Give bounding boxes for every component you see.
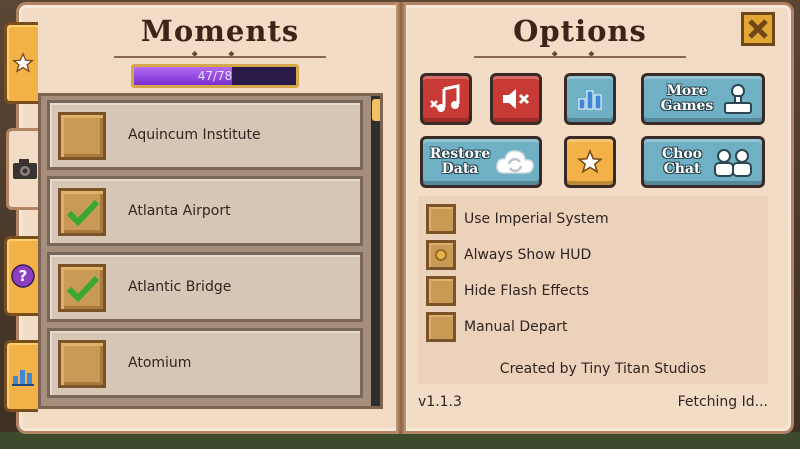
more-games-button[interactable]: More Games bbox=[641, 73, 765, 125]
moment-label: Atlantic Bridge bbox=[128, 279, 232, 295]
ground-strip bbox=[0, 432, 800, 449]
setting-checkbox bbox=[426, 204, 456, 234]
list-item[interactable]: Aquincum Institute bbox=[47, 100, 363, 170]
bar-chart-icon bbox=[11, 370, 34, 386]
tab-help[interactable]: ? bbox=[4, 236, 38, 316]
tab-moments[interactable] bbox=[6, 128, 40, 210]
moments-title: Moments bbox=[140, 14, 300, 48]
setting-checkbox bbox=[426, 240, 456, 270]
moment-label: Atomium bbox=[128, 355, 192, 371]
question-icon: ? bbox=[10, 264, 35, 288]
moment-checkbox bbox=[58, 264, 106, 312]
close-button[interactable] bbox=[741, 12, 775, 46]
moments-title-ornament bbox=[114, 56, 326, 58]
setting-label: Use Imperial System bbox=[464, 211, 609, 227]
bar-chart-icon bbox=[578, 90, 602, 110]
star-icon bbox=[11, 52, 34, 73]
selected-dot-icon bbox=[435, 249, 447, 261]
tab-favorites[interactable] bbox=[4, 22, 38, 104]
moment-checkbox bbox=[58, 340, 106, 388]
list-item[interactable]: Atlantic Bridge bbox=[47, 252, 363, 322]
list-item[interactable]: Atlanta Airport bbox=[47, 176, 363, 246]
setting-manual-depart[interactable]: Manual Depart bbox=[426, 312, 567, 342]
setting-hide-flash-effects[interactable]: Hide Flash Effects bbox=[426, 276, 589, 306]
users-icon bbox=[714, 149, 752, 177]
settings-panel: Use Imperial System Always Show HUD Hide… bbox=[418, 196, 768, 384]
progress-text: 47/78 bbox=[197, 69, 233, 83]
tab-stats[interactable] bbox=[4, 340, 38, 412]
svg-text:?: ? bbox=[18, 267, 27, 285]
more-games-label: More Games bbox=[660, 83, 714, 114]
music-muted-icon bbox=[430, 84, 460, 112]
credits-text: Created by Tiny Titan Studios bbox=[499, 361, 707, 377]
options-title: Options bbox=[513, 14, 647, 48]
moment-checkbox bbox=[58, 112, 106, 160]
cloud-sync-icon bbox=[496, 150, 534, 174]
scrollbar-track[interactable] bbox=[371, 96, 380, 406]
rate-button[interactable] bbox=[564, 136, 616, 188]
moment-checkbox bbox=[58, 188, 106, 236]
restore-data-button[interactable]: Restore Data bbox=[420, 136, 542, 188]
setting-checkbox bbox=[426, 276, 456, 306]
setting-checkbox bbox=[426, 312, 456, 342]
camera-icon bbox=[12, 159, 37, 179]
moment-label: Atlanta Airport bbox=[128, 203, 231, 219]
star-icon bbox=[577, 149, 603, 174]
options-title-ornament bbox=[474, 56, 686, 58]
joystick-icon bbox=[724, 84, 752, 114]
status-text: Fetching Id... bbox=[677, 394, 768, 410]
list-item[interactable]: Atomium bbox=[47, 328, 363, 398]
sound-toggle-button[interactable] bbox=[490, 73, 542, 125]
book-spine bbox=[396, 2, 406, 434]
checkmark-icon bbox=[66, 275, 100, 303]
moments-list[interactable]: Aquincum Institute Atlanta Airport Atlan… bbox=[38, 93, 383, 409]
version-text: v1.1.3 bbox=[418, 394, 462, 410]
sound-muted-icon bbox=[503, 89, 530, 109]
moments-progress-bar: 47/78 bbox=[131, 64, 299, 88]
setting-always-show-hud[interactable]: Always Show HUD bbox=[426, 240, 591, 270]
setting-label: Always Show HUD bbox=[464, 247, 592, 263]
setting-label: Hide Flash Effects bbox=[464, 283, 590, 299]
music-toggle-button[interactable] bbox=[420, 73, 472, 125]
setting-imperial-system[interactable]: Use Imperial System bbox=[426, 204, 609, 234]
checkmark-icon bbox=[66, 199, 100, 227]
setting-label: Manual Depart bbox=[464, 319, 568, 335]
restore-data-label: Restore Data bbox=[429, 146, 491, 177]
choo-chat-label: Choo Chat bbox=[662, 146, 702, 177]
leaderboard-button[interactable] bbox=[564, 73, 616, 125]
close-icon bbox=[748, 19, 768, 39]
choo-chat-button[interactable]: Choo Chat bbox=[641, 136, 765, 188]
moment-label: Aquincum Institute bbox=[128, 127, 261, 143]
scrollbar-thumb[interactable] bbox=[372, 99, 380, 121]
